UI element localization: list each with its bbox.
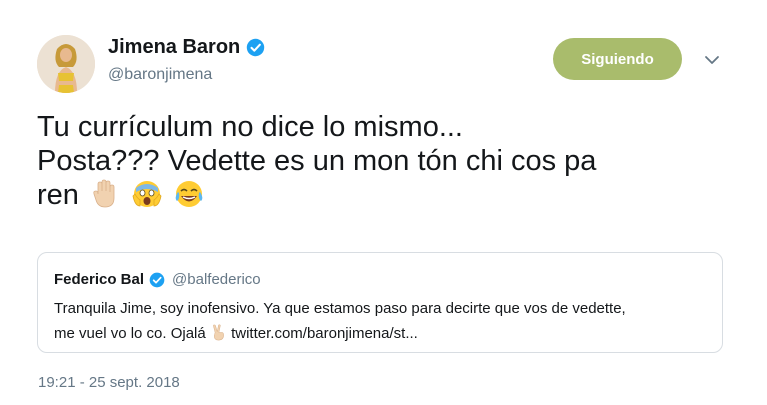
- quoted-tweet-header: Federico Bal @balfederico: [54, 271, 261, 288]
- tweet-line-3: ren: [37, 178, 737, 212]
- quoted-author-handle: @balfederico: [172, 271, 261, 288]
- tweet-line-1: Tu currículum no dice lo mismo...: [37, 111, 463, 143]
- avatar[interactable]: [37, 35, 95, 93]
- tears-of-joy-emoji-icon: [175, 181, 203, 207]
- verified-badge-icon: [247, 38, 265, 57]
- tweet-timestamp[interactable]: 19:21 - 25 sept. 2018: [38, 374, 180, 391]
- author-name-text: Jimena Baron: [108, 36, 241, 58]
- quoted-author-name: Federico Bal: [54, 271, 145, 288]
- quoted-tweet-card[interactable]: Federico Bal @balfederico Tranquila Jime…: [37, 252, 723, 353]
- tweet-text: Tu currículum no dice lo mismo... Posta?…: [37, 110, 737, 212]
- quoted-tweet-link[interactable]: twitter.com/baronjimena/st...: [231, 325, 418, 342]
- raised-hand-emoji-icon: [93, 179, 115, 208]
- quoted-line-2-text: me vuel vo lo co. Ojalá: [54, 325, 206, 342]
- author-handle[interactable]: @baronjimena: [108, 66, 212, 84]
- quoted-tweet-text: Tranquila Jime, soy inofensivo. Ya que e…: [54, 296, 714, 346]
- screaming-face-emoji-icon: [132, 181, 162, 207]
- tweet-line-3-text: ren: [37, 179, 79, 211]
- victory-hand-emoji-icon: [213, 324, 224, 341]
- tweet-line-2: Posta??? Vedette es un mon tón chi cos p…: [37, 145, 597, 177]
- following-button[interactable]: Siguiendo: [553, 38, 682, 80]
- chevron-down-icon[interactable]: [702, 50, 722, 70]
- author-name[interactable]: Jimena Baron: [108, 36, 265, 59]
- verified-badge-icon: [149, 272, 165, 287]
- quoted-line-1: Tranquila Jime, soy inofensivo. Ya que e…: [54, 300, 626, 317]
- avatar-image: [37, 35, 95, 93]
- quoted-line-2: me vuel vo lo co. Ojalá twitter.com/baro…: [54, 321, 714, 346]
